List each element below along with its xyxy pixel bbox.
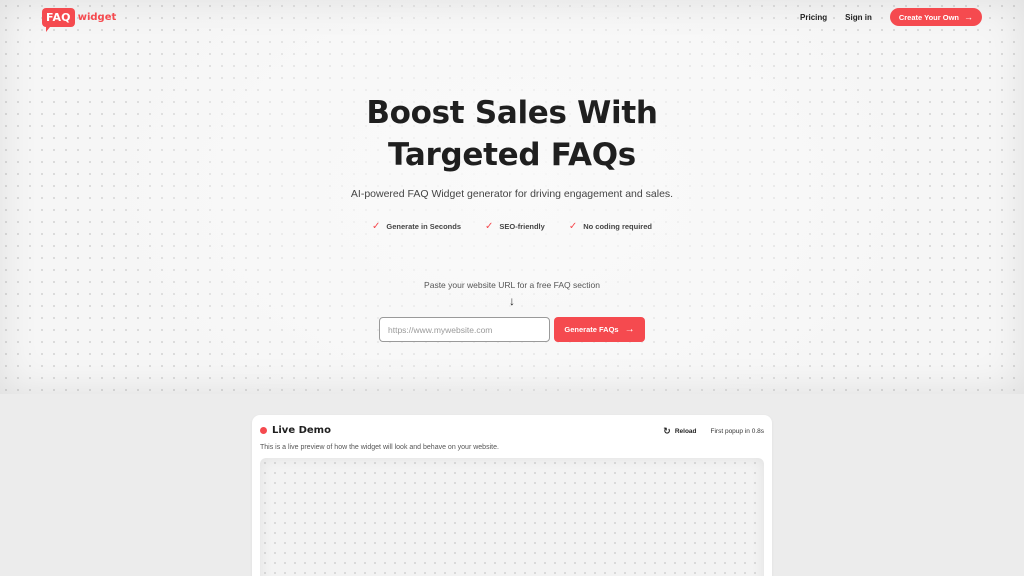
nav-sign-in-link[interactable]: Sign in [845,13,872,22]
feature-list: ✓ Generate in Seconds ✓ SEO-friendly ✓ N… [0,221,1024,232]
live-demo-description: This is a live preview of how the widget… [260,444,499,451]
arrow-right-icon: → [624,324,635,335]
feature-item: ✓ Generate in Seconds [372,221,461,232]
top-nav: Pricing Sign in Create Your Own → [800,8,982,26]
create-your-own-button[interactable]: Create Your Own → [889,8,982,26]
live-indicator-dot [260,427,267,434]
check-icon: ✓ [372,221,381,232]
generate-faqs-label: Generate FAQs [564,325,619,334]
check-icon: ✓ [485,221,494,232]
page-title: Boost Sales With Targeted FAQs [0,92,1024,176]
feature-label: No coding required [583,222,652,231]
generate-faqs-button[interactable]: Generate FAQs → [554,317,645,342]
logo-word: widget [77,11,117,23]
logo-bubble: FAQ [42,7,75,32]
reload-label: Reload [674,428,697,435]
live-demo-header: Live Demo [260,425,331,436]
logo[interactable]: FAQ widget [42,6,117,32]
website-url-input[interactable] [379,317,550,342]
feature-label: Generate in Seconds [386,222,461,231]
feature-label: SEO-friendly [499,222,545,231]
popup-timer-note: First popup in 0.8s [710,428,764,435]
reload-icon: ↻ [663,426,671,436]
live-demo-controls: ↻ Reload First popup in 0.8s [663,426,764,437]
widget-preview-area[interactable] [260,458,764,576]
feature-item: ✓ SEO-friendly [485,221,545,232]
arrow-right-icon: → [964,12,973,22]
hero-subtitle: AI-powered FAQ Widget generator for driv… [350,188,674,200]
arrow-down-icon: ↓ [509,294,515,308]
reload-button[interactable]: ↻ Reload [663,426,696,437]
headline-line-1: Boost Sales With [366,95,658,131]
check-icon: ✓ [568,221,578,232]
nav-pricing-link[interactable]: Pricing [800,13,827,22]
hero-section: FAQ widget Pricing Sign in Create Your O… [0,0,1024,394]
live-demo-title: Live Demo [272,425,331,436]
live-demo-card: Live Demo ↻ Reload First popup in 0.8s T… [252,415,772,576]
feature-item: ✓ No coding required [569,221,652,232]
url-prompt: Paste your website URL for a free FAQ se… [424,280,600,290]
headline-line-2: Targeted FAQs [388,137,636,173]
create-your-own-label: Create Your Own [898,12,959,22]
